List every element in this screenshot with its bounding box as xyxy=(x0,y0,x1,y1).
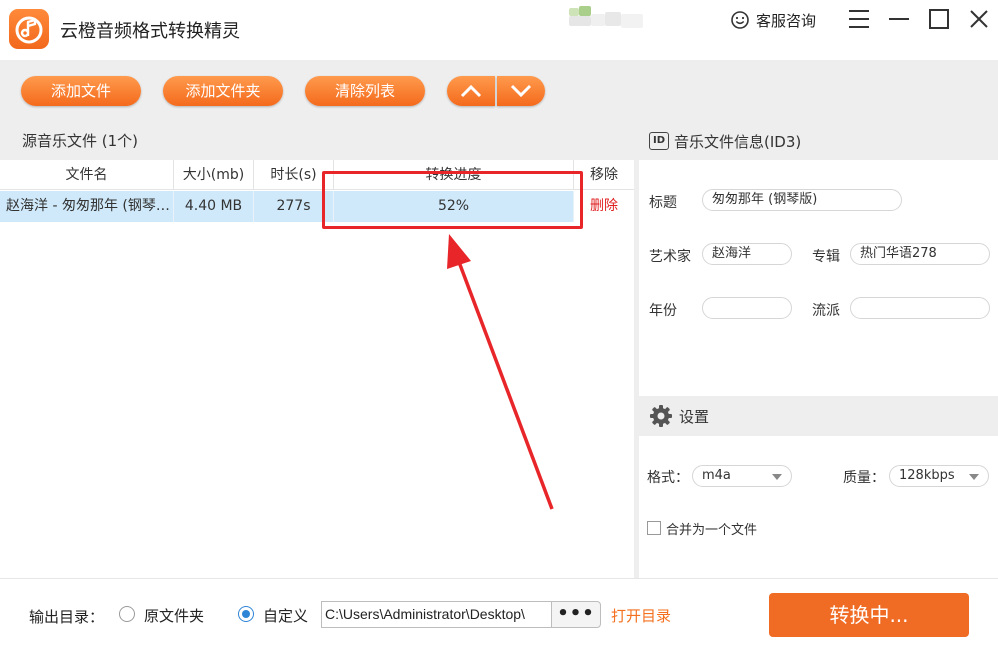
id-badge-icon: ID xyxy=(649,132,669,150)
toolbar: 添加文件 添加文件夹 清除列表 xyxy=(0,60,998,122)
quality-select-value: 128kbps xyxy=(899,468,955,483)
add-folder-button[interactable]: 添加文件夹 xyxy=(163,76,283,106)
smile-headset-icon xyxy=(731,11,749,29)
year-label: 年份 xyxy=(649,303,677,319)
gear-icon xyxy=(650,405,672,427)
custom-folder-radio[interactable] xyxy=(238,606,254,622)
panel-divider[interactable] xyxy=(634,122,639,578)
close-icon[interactable] xyxy=(966,6,992,32)
column-header-size[interactable]: 大小(mb) xyxy=(174,160,254,190)
chevron-up-icon xyxy=(460,84,482,98)
id3-panel-header: ID 音乐文件信息(ID3) xyxy=(639,122,998,160)
table-row[interactable]: 赵海洋 - 匆匆那年 (钢琴… 4.40 MB 277s 52% 删除 xyxy=(0,191,634,222)
convert-button[interactable]: 转换中... xyxy=(769,593,969,637)
minimize-icon[interactable] xyxy=(886,6,912,32)
add-file-button[interactable]: 添加文件 xyxy=(21,76,141,106)
file-size-cell: 4.40 MB xyxy=(174,191,254,222)
merge-checkbox[interactable] xyxy=(647,521,661,535)
original-folder-label[interactable]: 原文件夹 xyxy=(144,605,204,626)
format-label: 格式： xyxy=(647,470,689,486)
chevron-down-icon xyxy=(510,84,532,98)
format-select-value: m4a xyxy=(702,468,731,483)
file-duration-cell: 277s xyxy=(254,191,334,222)
customer-service-label: 客服咨询 xyxy=(756,11,817,30)
column-header-progress[interactable]: 转换进度 xyxy=(334,160,574,190)
column-header-duration[interactable]: 时长(s) xyxy=(254,160,334,190)
original-folder-radio[interactable] xyxy=(119,606,135,622)
column-header-filename[interactable]: 文件名 xyxy=(0,160,174,190)
file-list-column-headers: 文件名 大小(mb) 时长(s) 转换进度 移除 xyxy=(0,160,634,190)
format-select[interactable]: m4a xyxy=(692,465,792,487)
output-path-input[interactable]: C:\Users\Administrator\Desktop\ xyxy=(321,601,551,628)
file-name-cell: 赵海洋 - 匆匆那年 (钢琴… xyxy=(0,191,174,222)
maximize-icon[interactable] xyxy=(926,6,952,32)
file-list-header: 源音乐文件 (1个) xyxy=(0,122,634,160)
move-up-button[interactable] xyxy=(447,76,495,106)
artist-input[interactable]: 赵海洋 xyxy=(702,243,792,265)
artist-label: 艺术家 xyxy=(649,249,691,265)
output-directory-label: 输出目录： xyxy=(29,608,105,626)
merge-checkbox-label[interactable]: 合并为一个文件 xyxy=(666,519,757,538)
delete-file-link[interactable]: 删除 xyxy=(574,191,634,222)
music-note-logo-icon xyxy=(9,9,49,49)
title-bar: 云橙音频格式转换精灵 客服咨询 xyxy=(0,0,998,60)
quality-select[interactable]: 128kbps xyxy=(889,465,989,487)
chevron-down-icon xyxy=(969,474,979,480)
browse-button[interactable]: ••• xyxy=(551,601,601,628)
conversion-progress-cell: 52% xyxy=(334,191,574,222)
output-bar: 输出目录： 原文件夹 自定义 C:\Users\Administrator\De… xyxy=(0,578,998,648)
hamburger-menu-icon[interactable] xyxy=(846,6,872,32)
album-input[interactable]: 热门华语278 xyxy=(850,243,990,265)
album-label: 专辑 xyxy=(812,249,840,265)
settings-title: 设置 xyxy=(679,407,710,426)
genre-label: 流派 xyxy=(812,303,840,319)
customer-service-button[interactable]: 客服咨询 xyxy=(730,8,816,32)
chevron-down-icon xyxy=(772,474,782,480)
title-input[interactable]: 匆匆那年 (钢琴版) xyxy=(702,189,902,211)
app-title: 云橙音频格式转换精灵 xyxy=(60,21,240,42)
move-down-button[interactable] xyxy=(497,76,545,106)
column-header-remove[interactable]: 移除 xyxy=(574,160,634,190)
settings-header: 设置 xyxy=(639,396,998,436)
open-directory-link[interactable]: 打开目录 xyxy=(611,605,671,626)
year-input[interactable] xyxy=(702,297,792,319)
blurred-region xyxy=(555,6,643,30)
title-label: 标题 xyxy=(649,195,677,211)
id3-panel-title: 音乐文件信息(ID3) xyxy=(674,132,802,151)
custom-folder-label[interactable]: 自定义 xyxy=(263,605,308,626)
genre-input[interactable] xyxy=(850,297,990,319)
quality-label: 质量： xyxy=(843,470,885,486)
clear-list-button[interactable]: 清除列表 xyxy=(305,76,425,106)
